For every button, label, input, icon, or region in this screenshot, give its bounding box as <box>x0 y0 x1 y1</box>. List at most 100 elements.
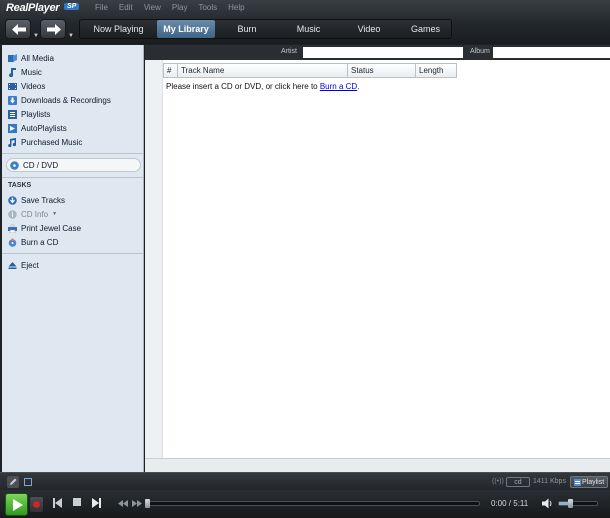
column-header-length[interactable]: Length <box>416 63 457 78</box>
realplayer-logo: RealPlayer SP <box>6 2 84 16</box>
volume-handle[interactable] <box>568 499 574 508</box>
cd-icon <box>10 160 19 170</box>
forward-history-caret-icon[interactable]: ▼ <box>68 33 74 39</box>
sidebar-item-videos[interactable]: Videos <box>8 80 45 92</box>
main-tabs: Now Playing My Library Burn Music Video … <box>79 19 452 39</box>
download-icon <box>8 95 17 105</box>
volume-speaker-icon[interactable] <box>542 498 553 509</box>
tab-video[interactable]: Video <box>338 20 400 38</box>
album-label: Album <box>470 48 490 55</box>
all-media-icon <box>8 53 17 63</box>
burn-a-cd-link[interactable]: Burn a CD <box>320 82 357 91</box>
sidebar-item-autoplaylists[interactable]: AutoPlaylists <box>8 122 67 134</box>
sidebar-item-purchased-music[interactable]: Purchased Music <box>8 136 82 148</box>
logo-badge: SP <box>64 3 80 10</box>
back-button[interactable] <box>5 19 31 39</box>
artist-search-input[interactable] <box>303 47 463 58</box>
record-icon <box>33 501 40 508</box>
menu-file[interactable]: File <box>95 3 108 12</box>
search-bar: Artist Album <box>145 45 610 60</box>
empty-library-message: Please insert a CD or DVD, or click here… <box>166 82 359 91</box>
sidebar-item-cd-dvd-content[interactable]: CD / DVD <box>10 159 58 171</box>
burn-icon <box>8 237 17 247</box>
menu-play[interactable]: Play <box>172 3 188 12</box>
chevron-down-icon[interactable]: ▼ <box>52 211 57 217</box>
eject-icon <box>8 261 17 270</box>
sidebar: All Media Music Videos Downloads & Recor… <box>2 45 144 472</box>
rewind-icon[interactable] <box>118 500 128 507</box>
sidebar-item-label: Purchased Music <box>21 137 83 147</box>
empty-message-text: Please insert a CD or DVD, or click here… <box>166 82 320 91</box>
menu-help[interactable]: Help <box>228 3 244 12</box>
forward-button[interactable] <box>40 19 66 39</box>
task-save-tracks[interactable]: Save Tracks <box>8 194 65 206</box>
status-bar: ((•)) cd 1411 Kbps Playlist <box>0 472 610 490</box>
signal-wave-icon: ((•)) <box>492 478 504 485</box>
tab-games[interactable]: Games <box>400 20 451 38</box>
task-label: CD Info <box>21 209 49 219</box>
record-button[interactable] <box>30 497 43 512</box>
sidebar-item-label: Playlists <box>21 109 51 119</box>
horizontal-scrollbar[interactable] <box>145 458 610 472</box>
back-arrow-icon <box>12 24 26 35</box>
tab-now-playing[interactable]: Now Playing <box>80 20 157 38</box>
back-history-caret-icon[interactable]: ▼ <box>33 33 39 39</box>
sidebar-item-music[interactable]: Music <box>8 66 42 78</box>
artist-label: Artist <box>281 48 297 55</box>
playlist-button-label: Playlist <box>582 479 605 486</box>
menu-tools[interactable]: Tools <box>198 3 217 12</box>
sidebar-divider <box>2 253 143 254</box>
menu-view[interactable]: View <box>144 3 161 12</box>
sidebar-divider <box>2 177 143 178</box>
printer-icon <box>8 223 17 233</box>
seek-handle[interactable] <box>145 499 150 508</box>
sidebar-item-label: All Media <box>21 53 54 63</box>
volume-slider[interactable] <box>558 499 598 508</box>
sidebar-item-label: AutoPlaylists <box>21 123 67 133</box>
stop-icon[interactable] <box>73 498 81 507</box>
sidebar-item-downloads-recordings[interactable]: Downloads & Recordings <box>8 94 111 106</box>
purchased-music-icon <box>8 137 17 147</box>
play-button[interactable] <box>5 493 28 516</box>
playlist-icon <box>8 109 17 119</box>
playlist-icon <box>574 479 581 486</box>
task-print-jewel-case[interactable]: Print Jewel Case <box>8 222 81 234</box>
tab-my-library[interactable]: My Library <box>157 20 215 38</box>
menu-edit[interactable]: Edit <box>119 3 133 12</box>
previous-track-icon[interactable] <box>53 498 62 508</box>
transport-controls: 0:00 / 5:11 <box>0 490 610 518</box>
task-burn-a-cd[interactable]: Burn a CD <box>8 236 58 248</box>
sidebar-item-label: Downloads & Recordings <box>21 95 111 105</box>
column-header-status[interactable]: Status <box>348 63 416 78</box>
mini-mode-icon[interactable] <box>24 478 32 486</box>
edit-pen-icon[interactable] <box>7 476 19 488</box>
sidebar-item-playlists[interactable]: Playlists <box>8 108 50 120</box>
album-search-input[interactable] <box>493 47 610 58</box>
time-display: 0:00 / 5:11 <box>491 499 529 508</box>
sidebar-item-eject[interactable]: Eject <box>8 259 39 271</box>
forward-arrow-icon <box>47 24 61 35</box>
sidebar-item-label: Videos <box>21 81 46 91</box>
autoplaylist-icon <box>8 123 17 133</box>
fast-forward-icon[interactable] <box>132 500 142 507</box>
save-tracks-icon <box>8 195 17 205</box>
info-icon <box>8 209 17 219</box>
task-cd-info[interactable]: CD Info ▼ <box>8 208 57 220</box>
sidebar-item-label: Music <box>21 67 42 77</box>
top-bar: RealPlayer SP File Edit View Play Tools … <box>0 0 610 44</box>
logo-text: RealPlayer <box>6 2 60 14</box>
seek-bar[interactable] <box>145 499 480 508</box>
sidebar-item-label: Eject <box>21 260 39 270</box>
column-header-track-name[interactable]: Track Name <box>178 63 348 78</box>
tasks-heading: TASKS <box>8 182 32 189</box>
tab-burn[interactable]: Burn <box>215 20 279 38</box>
playlist-button[interactable]: Playlist <box>570 476 608 488</box>
music-note-icon <box>8 67 17 77</box>
tab-music[interactable]: Music <box>279 20 338 38</box>
column-header-number[interactable]: # <box>163 63 178 78</box>
next-track-icon[interactable] <box>92 498 101 508</box>
task-label: Burn a CD <box>21 237 59 247</box>
play-icon <box>13 499 23 511</box>
sidebar-item-all-media[interactable]: All Media <box>8 52 54 64</box>
track-table-header: # Track Name Status Length <box>163 63 457 78</box>
